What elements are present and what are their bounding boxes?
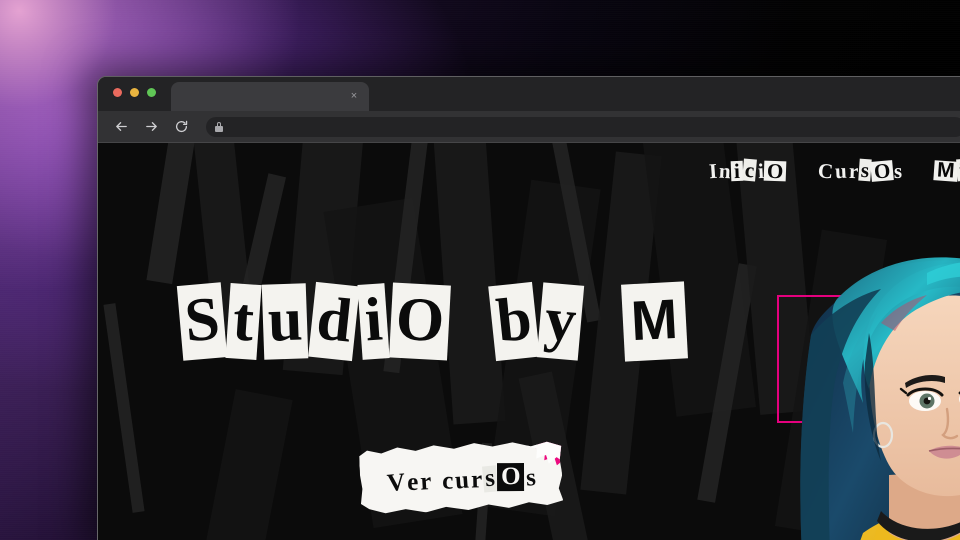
hero-headline: StudiObyM (176, 281, 688, 362)
browser-tab[interactable]: × (171, 82, 369, 111)
cta-char: r (419, 468, 433, 496)
portrait-illustration (777, 203, 960, 540)
hero-letter-tile: O (389, 282, 452, 361)
ver-cursos-cta[interactable]: VercursOs (360, 443, 562, 511)
nav-char: O (764, 159, 788, 183)
cta-char: u (454, 466, 471, 495)
nav-item-inicio[interactable]: IniciO (708, 157, 788, 184)
nav-char: C (816, 158, 834, 184)
close-window-button[interactable] (113, 88, 122, 97)
reload-button[interactable] (168, 114, 194, 140)
window-controls[interactable] (113, 88, 156, 97)
cta-char: O (497, 463, 525, 491)
nav-char: u (834, 158, 848, 184)
browser-window: × I n i c i O C u r s O s M S t u d i O … (97, 76, 960, 540)
nav-char: M (932, 158, 958, 183)
nav-item-cursos[interactable]: CursOs (816, 158, 904, 184)
hero-letter-tile: t (225, 283, 262, 360)
cta-paper[interactable]: VercursOs (359, 439, 564, 515)
address-bar[interactable] (206, 116, 960, 137)
nav-char: i (956, 158, 960, 182)
hero-letter-tile: b (487, 281, 540, 361)
nav-char: c (742, 157, 758, 183)
back-button[interactable] (108, 114, 134, 140)
hero-letter-tile: M (621, 281, 688, 362)
minimize-window-button[interactable] (130, 88, 139, 97)
hero-letter-tile: y (536, 282, 585, 361)
nav-item-mi-cuenta[interactable]: Micu (932, 158, 960, 183)
cta-char: V (385, 468, 407, 498)
forward-button[interactable] (138, 114, 164, 140)
cta-char: s (484, 464, 497, 493)
browser-tabstrip: × (98, 77, 960, 111)
nav-char: s (894, 158, 903, 184)
hero-letter-tile: i (357, 283, 390, 360)
hero-letter-tile: d (307, 281, 360, 361)
hero-letter-tile: u (261, 283, 309, 360)
close-icon[interactable]: × (348, 90, 360, 102)
maximize-window-button[interactable] (147, 88, 156, 97)
nav-char: O (870, 158, 895, 184)
lock-icon (215, 121, 223, 132)
cta-char: s (524, 464, 537, 492)
site-navigation: IniciO CursOs Micu (98, 157, 960, 184)
page-viewport: IniciO CursOs Micu StudiObyM VercursOs (98, 143, 960, 540)
browser-toolbar (98, 111, 960, 143)
hero-letter-tile: S (176, 282, 228, 361)
nav-char: n (718, 158, 731, 184)
cta-char: e (407, 468, 419, 496)
